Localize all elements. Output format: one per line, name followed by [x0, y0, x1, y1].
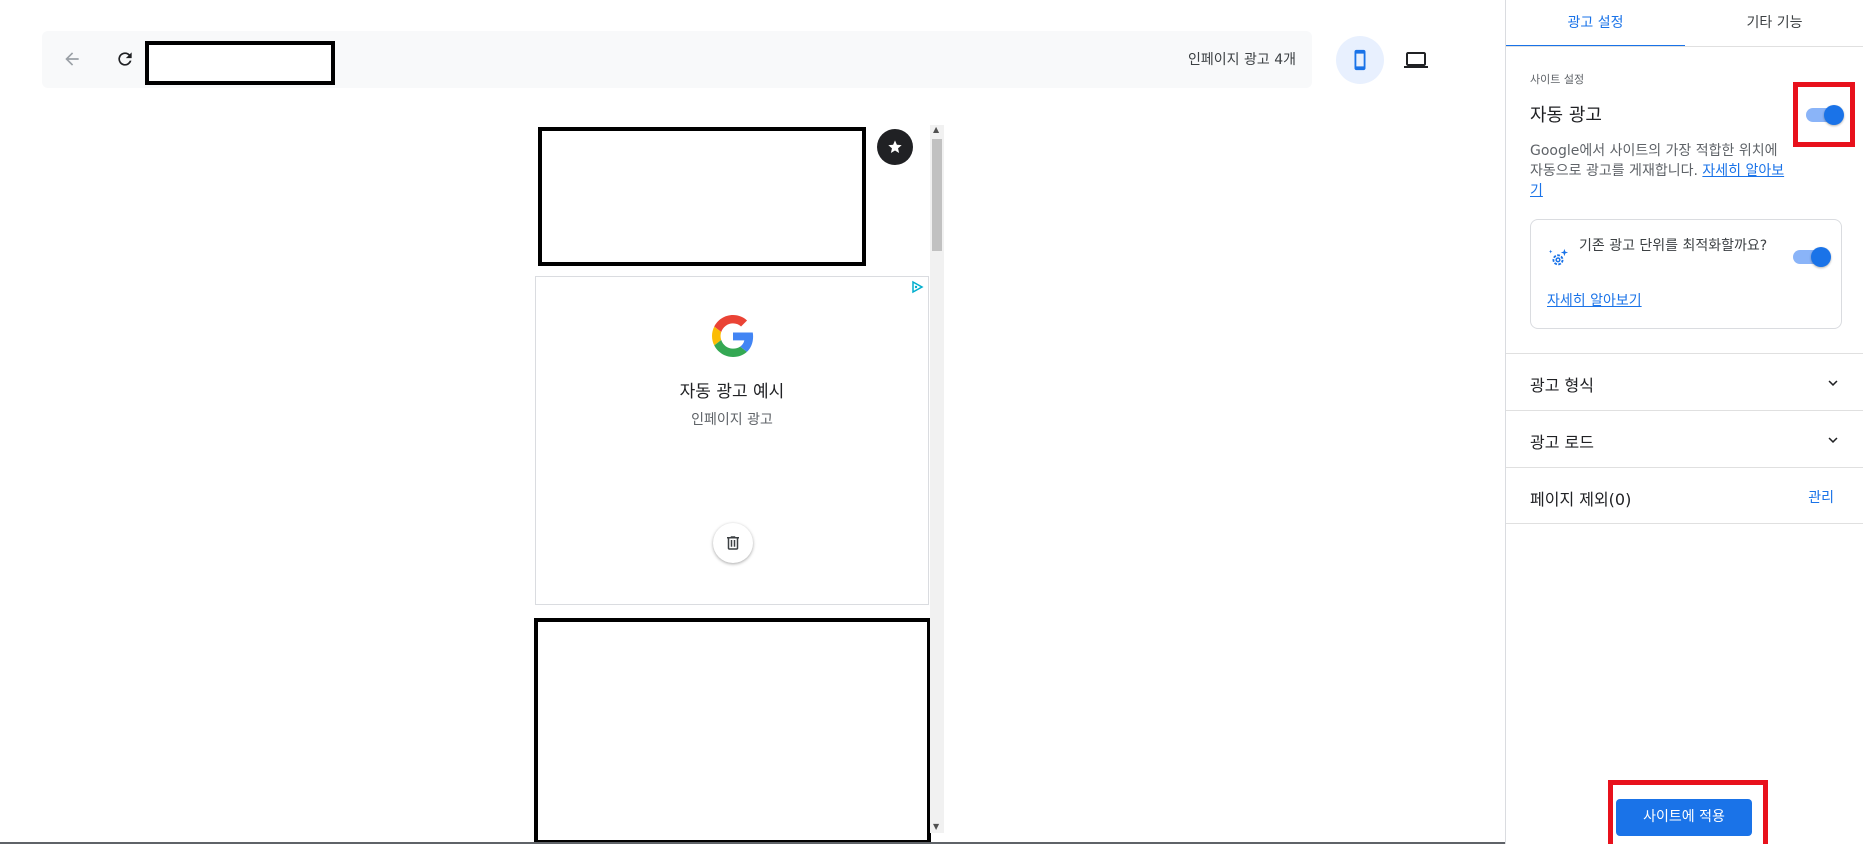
chevron-down-icon [1824, 374, 1842, 396]
redacted-content-block [534, 618, 931, 844]
chevron-down-icon [1824, 431, 1842, 453]
preview-scrollbar[interactable]: ▲ ▼ [930, 125, 944, 833]
sparkle-gear-icon [1547, 247, 1569, 273]
delete-ad-button[interactable] [713, 523, 753, 563]
mobile-view-button[interactable] [1336, 36, 1384, 84]
scroll-down-arrow-icon[interactable]: ▼ [933, 822, 939, 831]
panel-tabs: 광고 설정 기타 기능 [1506, 0, 1863, 47]
inpage-ad-count: 인페이지 광고 4개 [1188, 52, 1296, 68]
auto-ads-title: 자동 광고 [1530, 105, 1602, 126]
url-field-redacted[interactable] [145, 41, 335, 85]
preview-toolbar: 인페이지 광고 4개 [42, 31, 1312, 88]
back-button[interactable] [59, 46, 85, 72]
ad-formats-row[interactable]: 광고 형식 [1506, 353, 1863, 410]
auto-ads-description: Google에서 사이트의 가장 적합한 위치에 자동으로 광고를 게재합니다.… [1530, 141, 1788, 201]
highlight-box [1793, 82, 1855, 147]
ad-formats-label: 광고 형식 [1530, 376, 1594, 395]
divider [1506, 46, 1863, 47]
desktop-view-button[interactable] [1392, 36, 1440, 84]
ad-example-title: 자동 광고 예시 [679, 382, 785, 402]
learn-more-link[interactable]: 자세히 알아보기 [1547, 290, 1642, 310]
reload-button[interactable] [112, 46, 138, 72]
optimize-units-text: 기존 광고 단위를 최적화할까요? [1579, 238, 1768, 254]
star-icon [888, 140, 902, 153]
ad-load-row[interactable]: 광고 로드 [1506, 410, 1863, 467]
site-settings-label: 사이트 설정 [1530, 73, 1585, 86]
manage-link[interactable]: 관리 [1808, 487, 1834, 507]
adchoices-icon[interactable] [910, 279, 924, 298]
refresh-icon [118, 52, 132, 66]
mobile-preview-frame: 자동 광고 예시 인페이지 광고 ▲ ▼ [534, 121, 948, 844]
toggle-knob [1811, 247, 1831, 267]
scrollbar-thumb[interactable] [932, 139, 942, 251]
optimize-units-toggle[interactable] [1793, 247, 1831, 267]
redacted-content-block [538, 127, 866, 266]
optimize-existing-units-card: 기존 광고 단위를 최적화할까요? 자세히 알아보기 [1530, 219, 1842, 329]
page-exclusions-label: 페이지 제외(0) [1530, 490, 1632, 509]
smartphone-icon [1354, 49, 1366, 71]
star-button[interactable] [877, 129, 913, 165]
ad-example-subtitle: 인페이지 광고 [691, 412, 773, 428]
page-exclusions-row: 페이지 제외(0) 관리 [1506, 467, 1863, 524]
laptop-icon [1404, 52, 1428, 68]
google-g-logo [712, 315, 754, 361]
scroll-up-arrow-icon[interactable]: ▲ [933, 125, 939, 134]
ad-load-label: 광고 로드 [1530, 433, 1594, 452]
trash-icon [727, 536, 739, 550]
settings-panel: 광고 설정 기타 기능 사이트 설정 자동 광고 Google에서 사이트의 가… [1505, 0, 1863, 844]
apply-to-site-button[interactable]: 사이트에 적용 [1616, 799, 1752, 836]
tab-ad-settings[interactable]: 광고 설정 [1506, 0, 1685, 47]
tab-other-features[interactable]: 기타 기능 [1685, 0, 1863, 47]
auto-ad-example-card: 자동 광고 예시 인페이지 광고 [535, 276, 929, 605]
arrow-left-icon [65, 52, 79, 66]
